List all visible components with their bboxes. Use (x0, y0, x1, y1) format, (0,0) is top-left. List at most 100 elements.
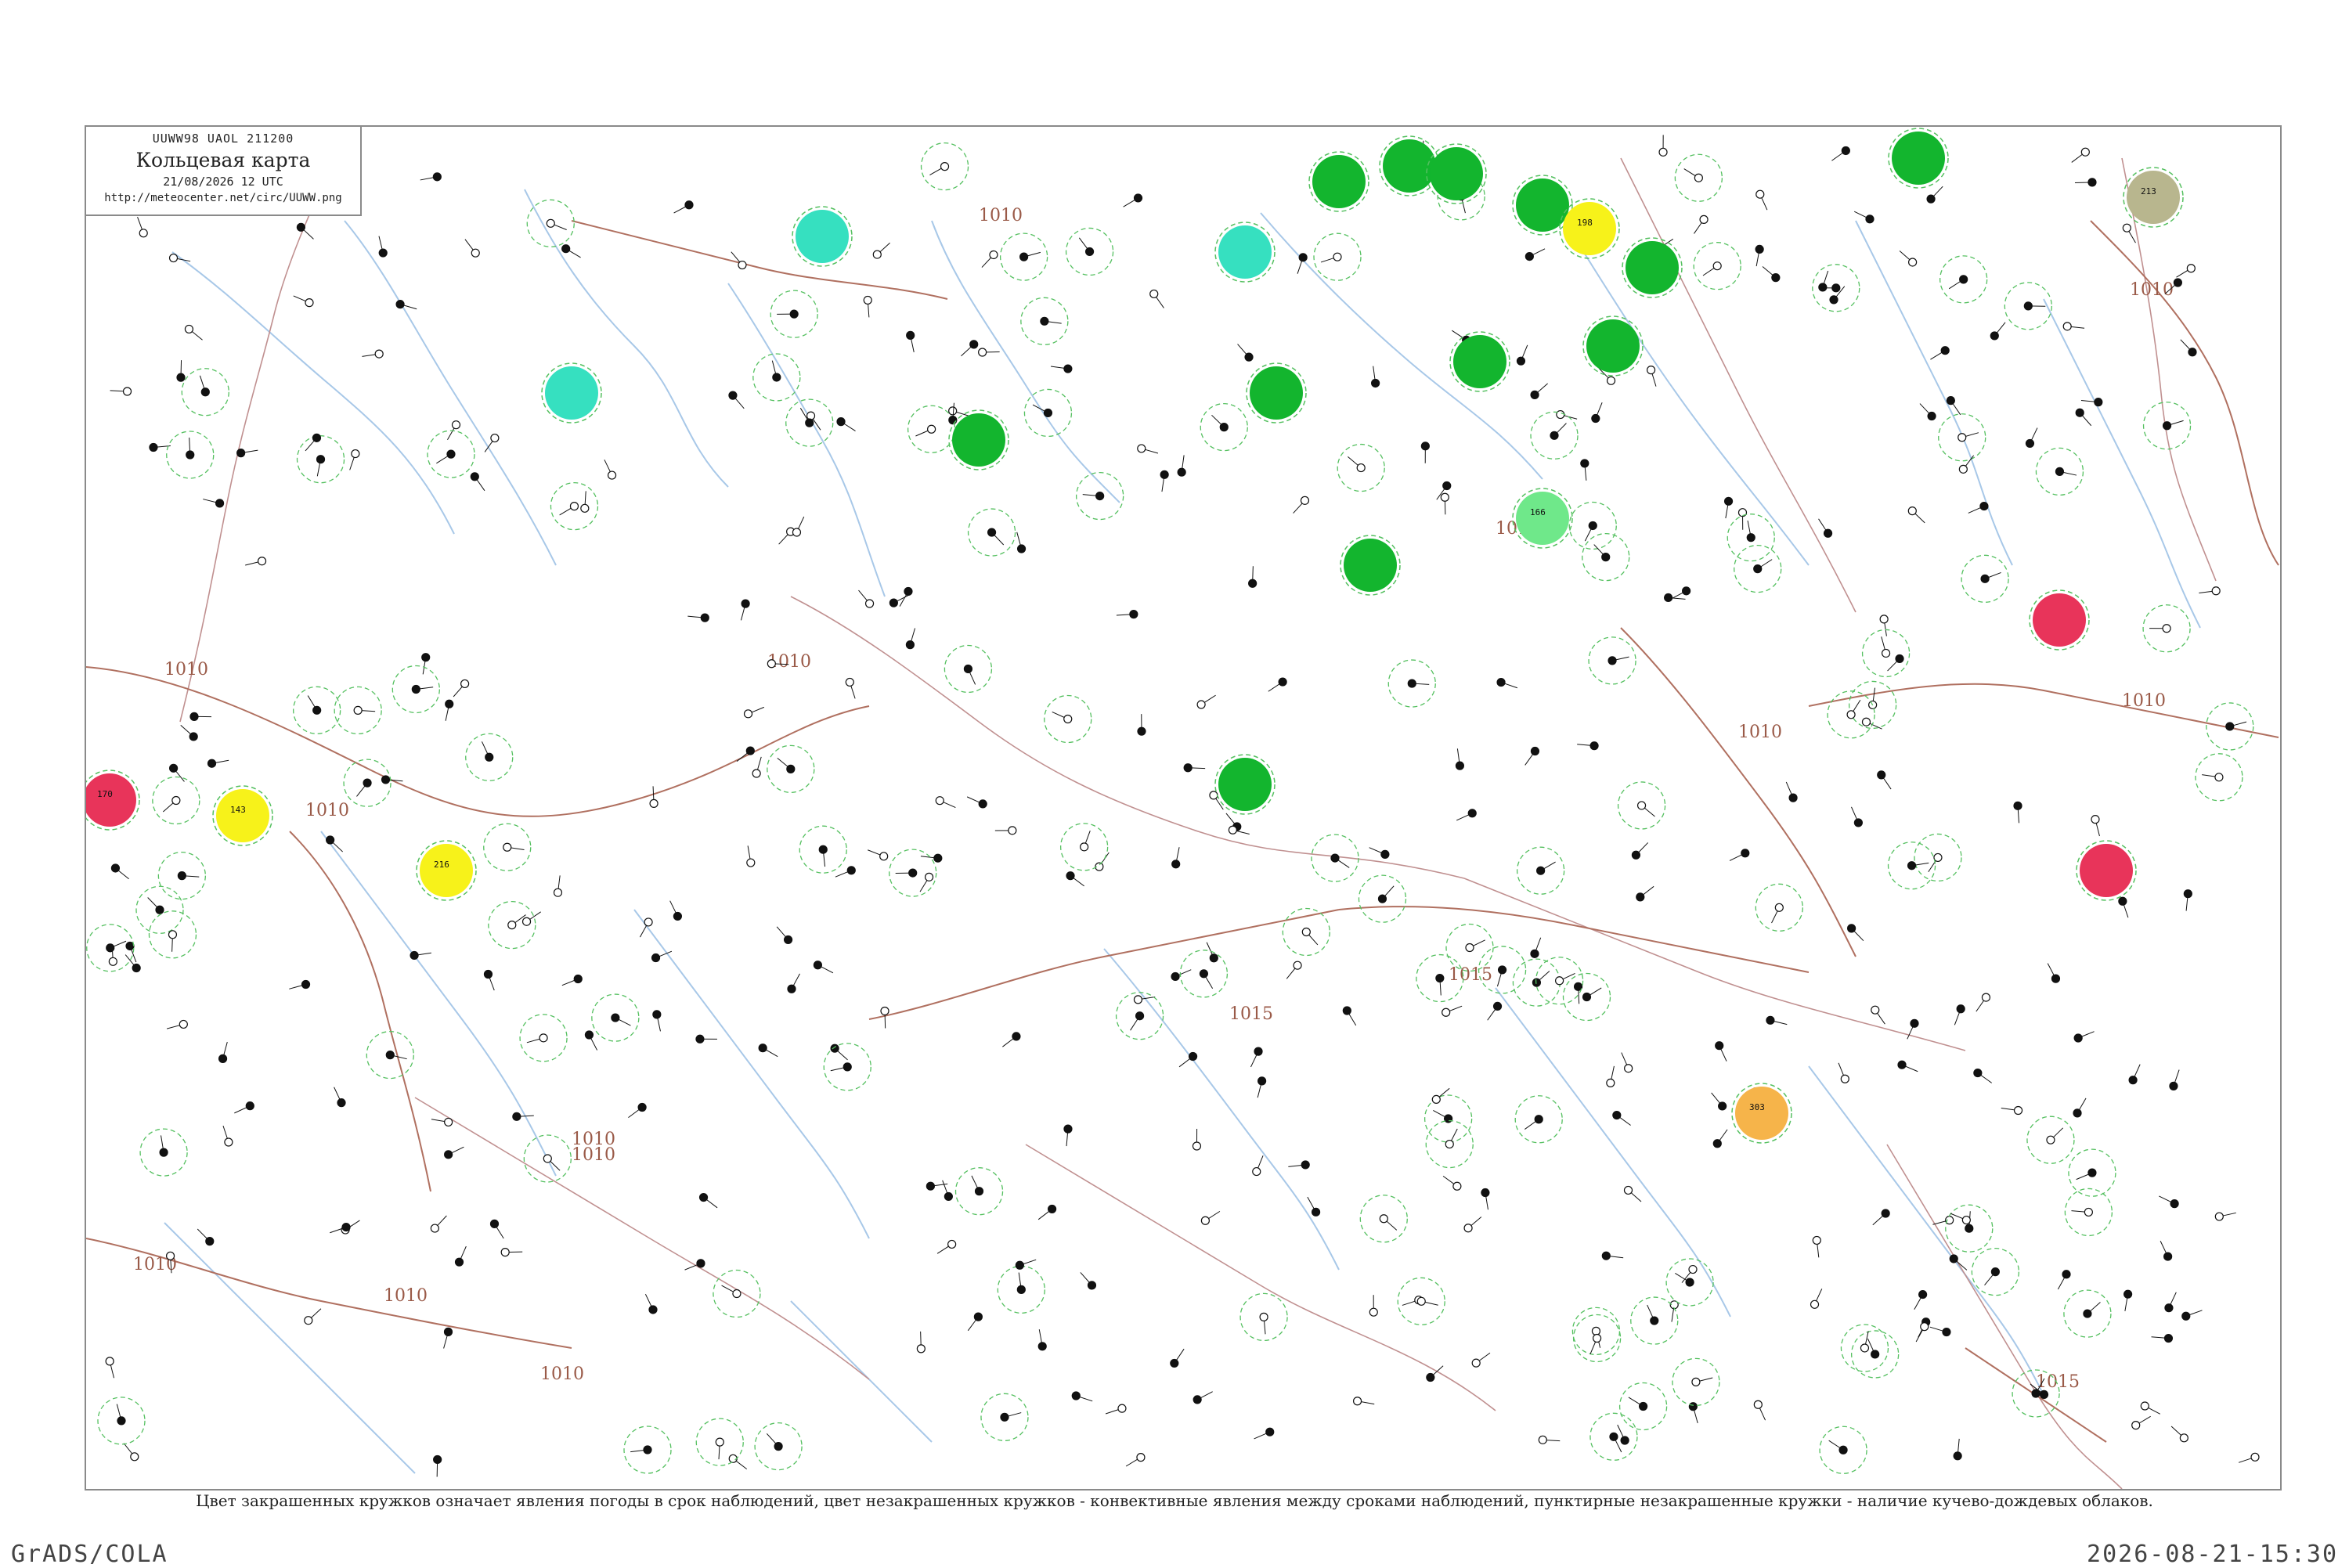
station-symbol (2001, 1106, 2022, 1114)
station-symbol (1481, 1189, 1489, 1210)
station-symbol (2182, 1310, 2203, 1320)
station-symbol (1369, 1295, 1377, 1316)
station-symbol (1813, 1236, 1820, 1257)
station-symbol (1038, 1205, 1055, 1219)
station-symbol (1754, 1400, 1765, 1420)
map-header: UUWW98 UAOL 211200 Кольцевая карта 21/08… (85, 125, 362, 216)
station-symbol (2091, 816, 2099, 836)
station-symbol (1954, 1439, 1961, 1460)
weather-marker: 303 (1732, 1083, 1792, 1143)
station-symbol (456, 1246, 467, 1266)
weather-fill-circle (1892, 132, 1945, 185)
station-symbol (1854, 211, 1874, 223)
station-symbol (1184, 764, 1205, 772)
station-symbol (2132, 1416, 2151, 1429)
station-symbol (835, 867, 855, 877)
river-layer (164, 189, 2200, 1473)
station-symbol (1755, 245, 1763, 266)
station-symbol (1811, 1289, 1822, 1308)
station-symbol (444, 1328, 453, 1348)
station-symbol (747, 845, 755, 867)
station-symbol (1914, 834, 1961, 881)
station-symbol (2123, 224, 2135, 243)
station-symbol (1360, 1195, 1407, 1242)
station-symbol (305, 434, 320, 451)
weather-marker: 213 (2123, 168, 2183, 227)
station-symbol (223, 1126, 233, 1146)
station-symbol (767, 745, 814, 792)
station-symbol (1288, 1161, 1309, 1169)
station-symbol (1631, 1297, 1678, 1344)
station-symbol (2124, 1290, 2132, 1311)
weather-marker (1622, 238, 1682, 297)
station-symbol (1517, 847, 1564, 894)
station-symbol (396, 301, 417, 309)
map-url[interactable]: http://meteocenter.net/circ/UUWW.png (86, 192, 360, 204)
station-symbol (1908, 507, 1925, 523)
isobar-label: 1015 (1449, 965, 1492, 985)
isobar-label: 1010 (384, 1286, 428, 1306)
station-symbol (1848, 925, 1864, 941)
station-symbol (177, 360, 185, 381)
station-symbol (1337, 445, 1384, 492)
station-symbol (1671, 587, 1690, 599)
station-symbol (1443, 1176, 1461, 1190)
station-symbol (1898, 1061, 1918, 1072)
station-symbol (490, 1220, 503, 1238)
station-symbol (110, 387, 132, 395)
station-symbol (1622, 1053, 1633, 1072)
station-symbol (1536, 957, 1583, 1004)
station-symbol (837, 418, 855, 431)
weather-fill-circle (1453, 335, 1506, 388)
station-symbol (1064, 1125, 1072, 1146)
map-frame[interactable]: 1010 1010 1010 1010 1010 1010 1010 1010 … (85, 125, 2282, 1491)
station-symbol (645, 1294, 657, 1314)
station-symbol (1675, 154, 1722, 201)
station-symbol (245, 557, 265, 565)
station-symbol (961, 341, 977, 356)
station-symbol (2215, 1213, 2235, 1220)
station-symbol (2184, 890, 2192, 911)
station-symbol (592, 994, 639, 1041)
station-symbol (1001, 233, 1048, 280)
station-symbol (1766, 1016, 1787, 1024)
isobar-label: 1010 (540, 1364, 584, 1384)
station-symbol (1972, 1249, 2019, 1296)
station-symbol (485, 434, 499, 452)
station-symbol (167, 1020, 187, 1029)
isobar-label: 1015 (1229, 1004, 1273, 1024)
station-symbol (908, 406, 955, 452)
station-dot-layer (87, 135, 2259, 1476)
map-canvas[interactable]: 1010 1010 1010 1010 1010 1010 1010 1010 … (86, 127, 2280, 1489)
station-symbol (1665, 593, 1686, 601)
station-symbol (1138, 714, 1146, 735)
weather-fill-circle (1218, 225, 1272, 279)
station-symbol (1873, 1209, 1889, 1225)
station-symbol (741, 600, 749, 620)
station-symbol (1607, 1066, 1615, 1087)
station-symbol (1343, 1007, 1355, 1026)
station-symbol (1525, 249, 1545, 261)
weather-marker (1309, 152, 1369, 211)
weather-fill-circle (1516, 178, 1569, 232)
weather-fill-circle (1586, 319, 1640, 373)
weather-fill-circle (1735, 1087, 1788, 1140)
station-symbol (1581, 460, 1589, 481)
station-symbol (111, 864, 128, 879)
station-symbol (484, 971, 494, 991)
station-symbol (1051, 365, 1072, 373)
station-symbol (792, 517, 803, 536)
station-symbol (906, 629, 915, 649)
map-caption: Цвет закрашенных кружков означает явлени… (0, 1491, 2349, 1510)
station-symbol (181, 725, 197, 741)
station-symbol (1976, 993, 1990, 1011)
station-symbol (1889, 842, 1936, 889)
weather-marker: 143 (213, 786, 272, 845)
station-symbol (366, 1032, 413, 1079)
station-symbol (922, 143, 969, 190)
station-symbol (755, 1423, 802, 1470)
station-symbol (1254, 1428, 1274, 1439)
station-symbol (1618, 1425, 1629, 1444)
station-symbol (700, 1194, 718, 1208)
station-symbol (1613, 1112, 1631, 1126)
